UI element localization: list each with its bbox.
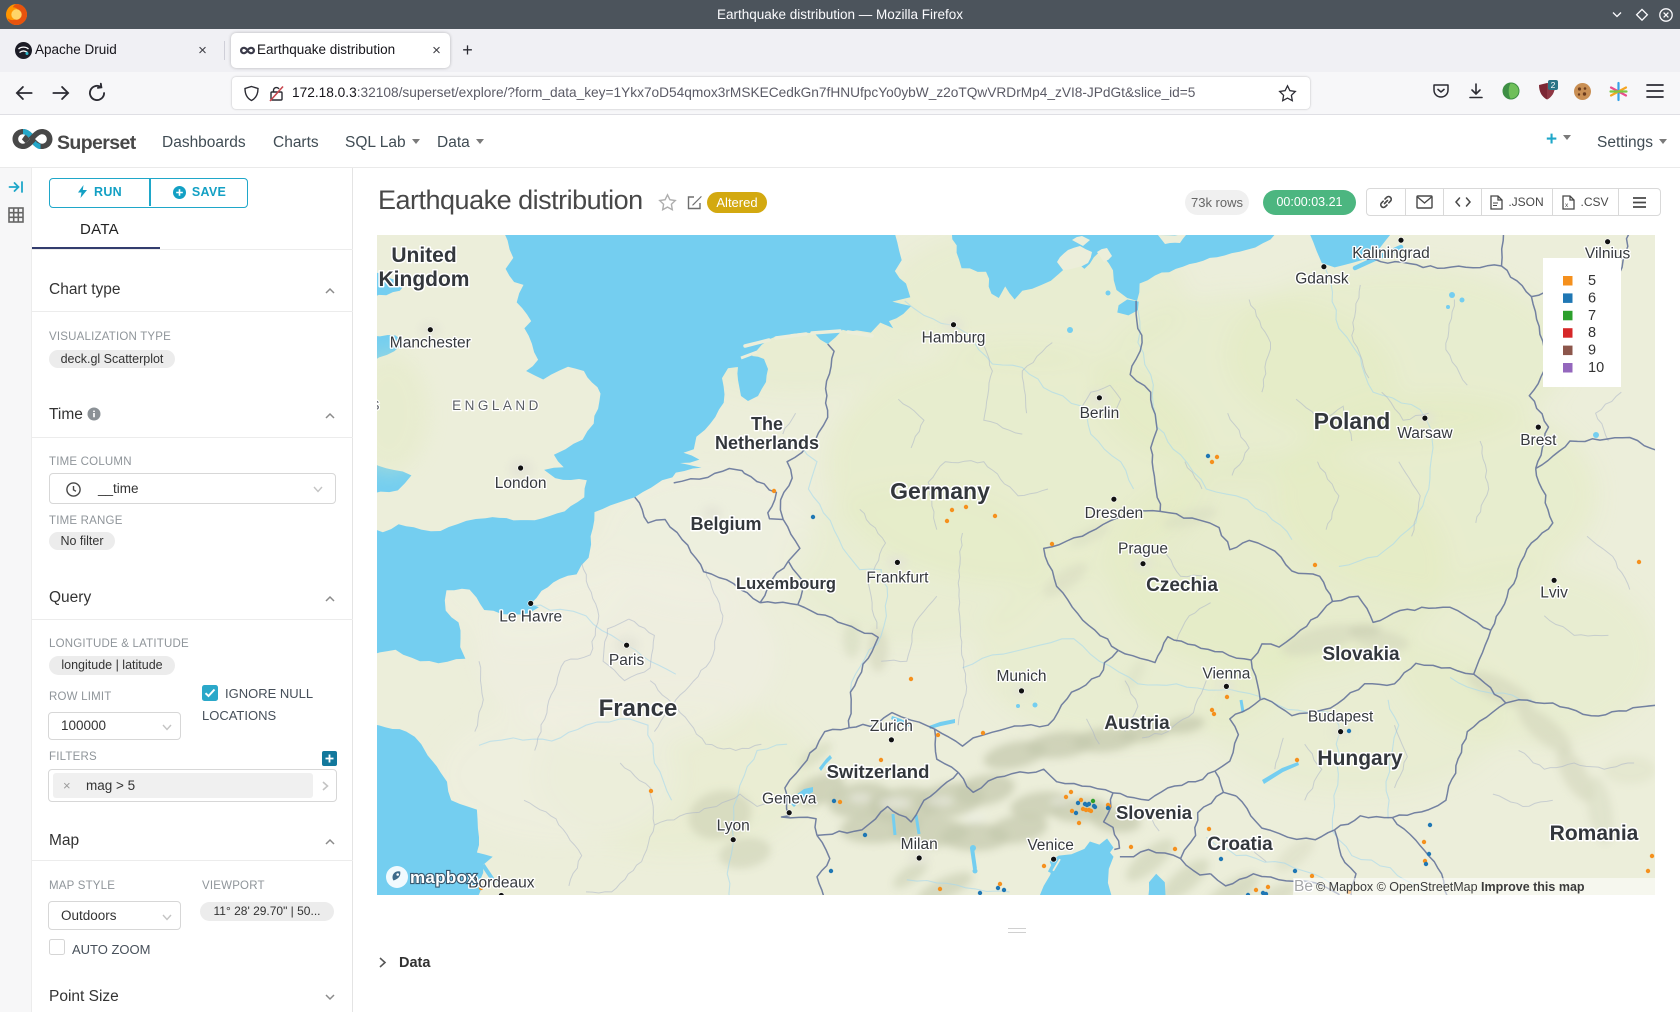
svg-text:France: France	[599, 695, 678, 722]
svg-text:Switzerland: Switzerland	[827, 761, 930, 782]
svg-text:Romania: Romania	[1550, 822, 1639, 845]
svg-text:Vienna: Vienna	[1202, 665, 1250, 682]
svg-text:8: 8	[1588, 325, 1596, 341]
svg-text:Warsaw: Warsaw	[1397, 425, 1453, 442]
svg-text:Bordeaux: Bordeaux	[468, 875, 535, 892]
svg-text:Belgium: Belgium	[690, 514, 761, 534]
svg-text:Czechia: Czechia	[1146, 575, 1218, 596]
svg-text:United: United	[391, 244, 456, 267]
svg-text:Geneva: Geneva	[762, 791, 817, 808]
svg-text:6: 6	[1588, 290, 1596, 306]
svg-text:Austria: Austria	[1104, 713, 1170, 734]
svg-text:Poland: Poland	[1314, 408, 1391, 434]
svg-text:10: 10	[1588, 360, 1604, 376]
svg-text:Slovakia: Slovakia	[1322, 644, 1400, 665]
svg-text:Hungary: Hungary	[1317, 747, 1403, 770]
svg-text:Kaliningrad: Kaliningrad	[1352, 245, 1430, 262]
svg-text:2: 2	[1551, 80, 1556, 90]
svg-text:Hamburg: Hamburg	[922, 330, 986, 347]
svg-text:Prague: Prague	[1118, 541, 1168, 558]
svg-text:Lviv: Lviv	[1540, 584, 1568, 601]
svg-text:ES: ES	[377, 398, 383, 413]
svg-text:Paris: Paris	[609, 652, 645, 669]
svg-text:Venice: Venice	[1027, 837, 1074, 854]
svg-text:Germany: Germany	[890, 478, 990, 504]
svg-text:7: 7	[1588, 308, 1596, 324]
svg-text:Munich: Munich	[997, 668, 1047, 685]
svg-text:Dresden: Dresden	[1085, 505, 1144, 522]
svg-text:9: 9	[1588, 343, 1596, 359]
svg-text:Netherlands: Netherlands	[715, 433, 819, 453]
svg-text:Slovenia: Slovenia	[1116, 802, 1193, 823]
svg-text:© Mapbox © OpenStreetMap Impro: © Mapbox © OpenStreetMap Improve this ma…	[1316, 880, 1585, 894]
svg-text:Zurich: Zurich	[870, 718, 913, 735]
svg-text:Milan: Milan	[901, 836, 938, 853]
svg-text:Gdansk: Gdansk	[1295, 271, 1349, 288]
svg-text:Luxembourg: Luxembourg	[736, 575, 836, 593]
svg-text:The: The	[751, 414, 783, 434]
svg-text:London: London	[495, 475, 547, 492]
svg-text:Budapest: Budapest	[1308, 709, 1374, 726]
svg-text:Lyon: Lyon	[717, 818, 750, 835]
svg-text:5: 5	[1588, 273, 1596, 289]
svg-text:Le Havre: Le Havre	[499, 608, 562, 625]
svg-text:x: x	[1565, 202, 1569, 209]
svg-text:Frankfurt: Frankfurt	[866, 569, 929, 586]
svg-text:Brest: Brest	[1520, 432, 1557, 449]
svg-text:Manchester: Manchester	[390, 335, 471, 352]
svg-text:Berlin: Berlin	[1080, 405, 1120, 422]
svg-text:mapbox: mapbox	[410, 868, 477, 887]
svg-text:Croatia: Croatia	[1207, 834, 1273, 855]
svg-text:ENGLAND: ENGLAND	[452, 398, 542, 413]
svg-text:Kingdom: Kingdom	[379, 268, 470, 291]
